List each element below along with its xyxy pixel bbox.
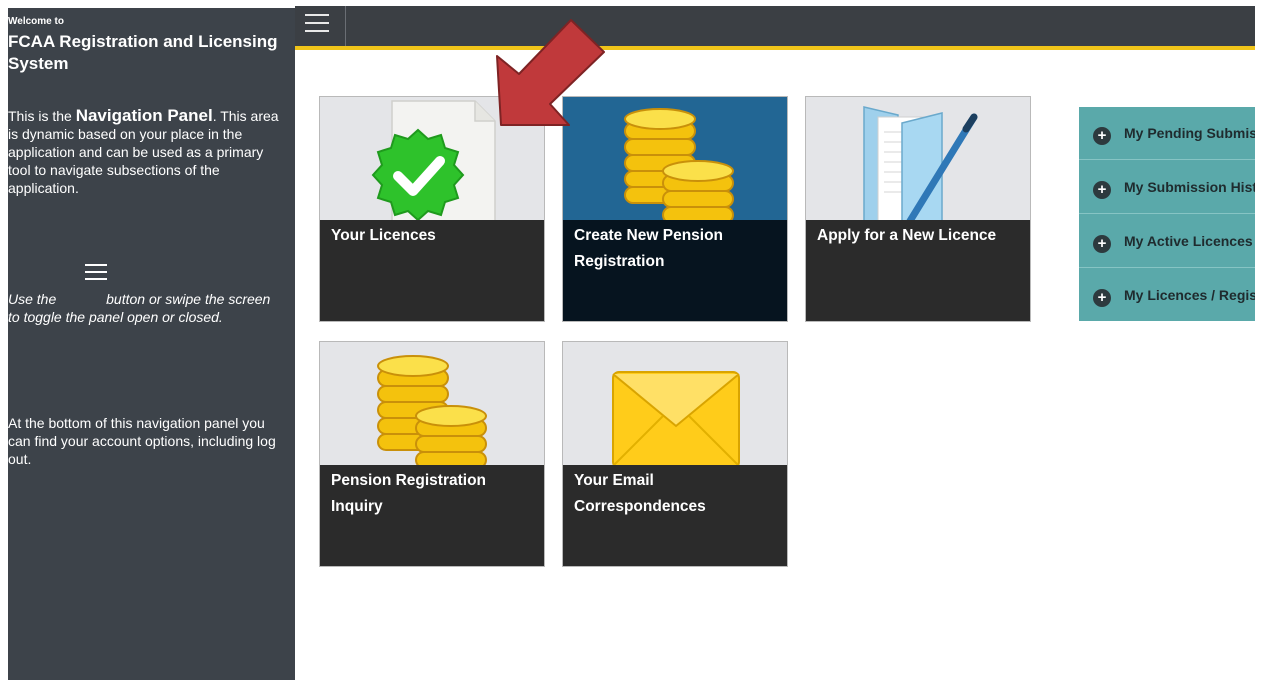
red-pointer-arrow-icon [496, 19, 605, 126]
